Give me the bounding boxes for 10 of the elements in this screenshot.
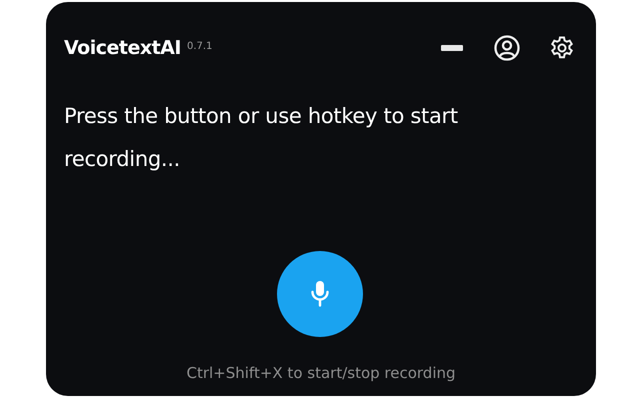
account-button[interactable]: [494, 35, 520, 61]
user-icon: [494, 35, 520, 61]
microphone-icon: [310, 280, 330, 308]
app-title: VoicetextAI: [64, 37, 181, 59]
settings-icon: [550, 36, 574, 60]
hotkey-hint: Ctrl+Shift+X to start/stop recording: [185, 364, 457, 382]
version-label: 0.7.1: [186, 40, 212, 52]
minimize-icon: [441, 45, 463, 51]
status-message: Press the button or use hotkey to start recording...: [64, 103, 459, 173]
settings-button[interactable]: [550, 36, 574, 60]
